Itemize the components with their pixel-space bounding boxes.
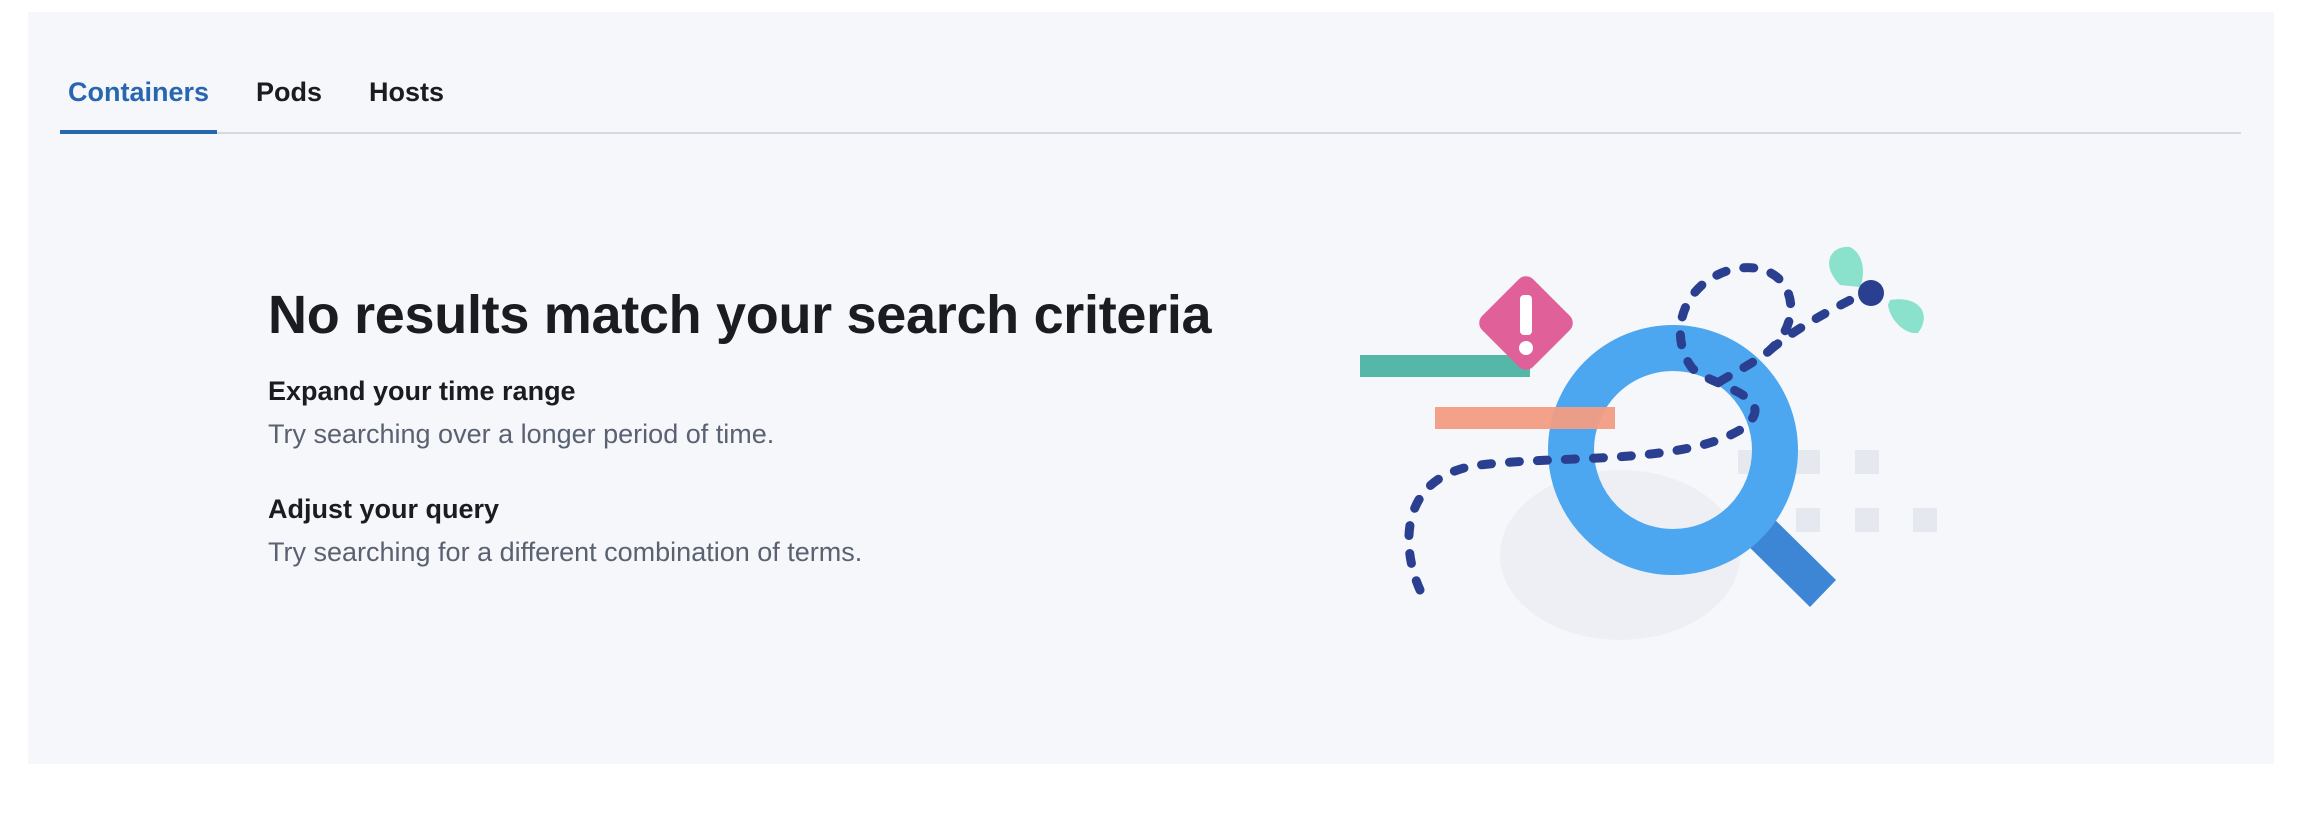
suggestion-title-time-range: Expand your time range: [268, 376, 576, 407]
suggestion-description-time-range: Try searching over a longer period of ti…: [268, 419, 775, 450]
tab-bar: Containers Pods Hosts: [60, 50, 2241, 134]
tab-hosts[interactable]: Hosts: [361, 52, 452, 132]
empty-state-title: No results match your search criteria: [268, 285, 1212, 345]
magnifying-glass-no-results-icon: [1320, 225, 1960, 665]
tab-containers[interactable]: Containers: [60, 52, 218, 134]
suggestion-title-query: Adjust your query: [268, 494, 500, 525]
tab-pods[interactable]: Pods: [248, 52, 330, 132]
empty-state-content: No results match your search criteria Ex…: [268, 284, 1268, 570]
suggestion-description-query: Try searching for a different combinatio…: [268, 537, 863, 568]
